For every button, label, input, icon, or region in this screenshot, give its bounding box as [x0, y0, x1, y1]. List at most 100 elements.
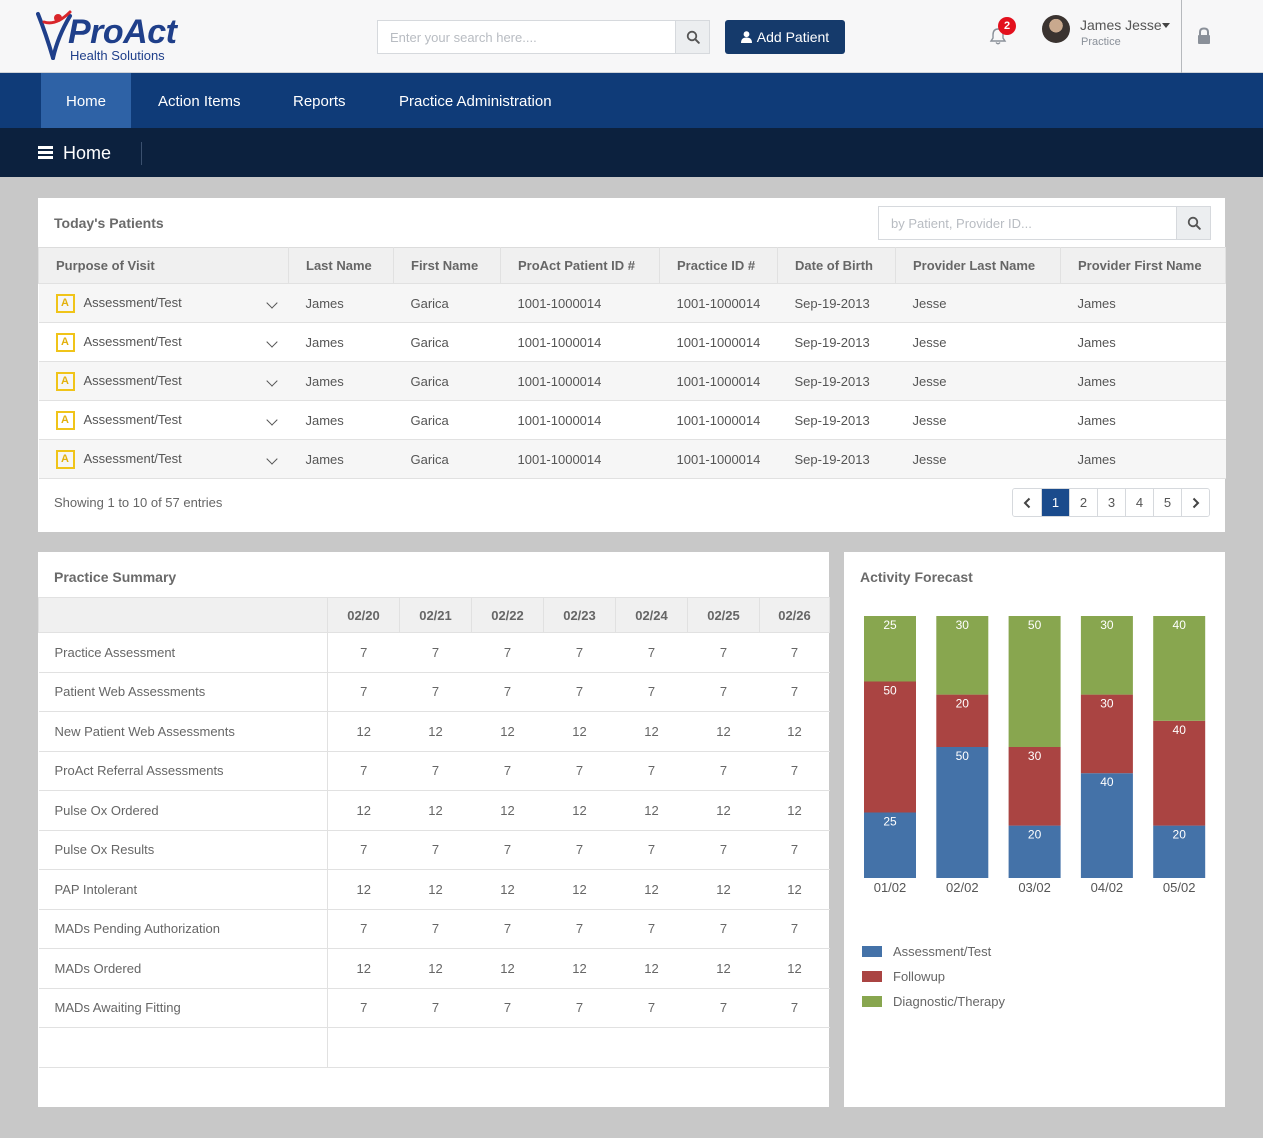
page-button[interactable]: 4	[1125, 489, 1153, 516]
proact-patient-id: 1001-1000014	[500, 361, 660, 401]
nav-item-practice-administration[interactable]: Practice Administration	[374, 73, 577, 128]
todays-patients-title: Today's Patients	[54, 215, 164, 231]
page-button[interactable]: 3	[1097, 489, 1125, 516]
bar-segment[interactable]	[1008, 616, 1061, 747]
legend-swatch	[862, 946, 882, 957]
activity-forecast-title: Activity Forecast	[860, 569, 973, 585]
visit-purpose: Assessment/Test	[83, 372, 182, 388]
user-name[interactable]: James Jesse	[1080, 17, 1162, 33]
lock-icon[interactable]	[1196, 27, 1212, 45]
pagination: 1 2 3 4 5	[1012, 488, 1210, 517]
table-row: Practice Assessment 7 7 7 7 7 7 7	[38, 632, 830, 673]
add-patient-button[interactable]: Add Patient	[725, 20, 845, 54]
table-row[interactable]: A Assessment/Test James Garica 1001-1000014 1…	[38, 322, 1226, 362]
date-of-birth: Sep-19-2013	[777, 283, 896, 323]
summary-cell: 7	[687, 830, 760, 870]
prev-page-button[interactable]	[1013, 489, 1041, 516]
visit-type-badge: A	[55, 332, 75, 352]
patient-search-button[interactable]	[1176, 207, 1210, 239]
nav-item-action-items[interactable]: Action Items	[133, 73, 266, 128]
chevron-down-icon[interactable]	[265, 336, 278, 348]
column-header[interactable]: Last Name	[288, 247, 394, 284]
summary-cell: 7	[759, 988, 830, 1028]
table-row: MADs Pending Authorization 7 7 7 7 7 7 7	[38, 909, 830, 949]
patients-table-header: Purpose of Visit Last Name First Name Pr…	[38, 247, 1226, 284]
summary-cell: 12	[327, 790, 400, 831]
notification-badge: 2	[998, 17, 1016, 35]
summary-cell: 12	[759, 711, 830, 752]
data-label: 40	[1173, 618, 1187, 632]
brand-logo[interactable]: ProAct Health Solutions	[36, 8, 196, 66]
bar-segment[interactable]	[936, 747, 989, 878]
summary-cell: 12	[687, 869, 760, 910]
provider-last-name: Jesse	[895, 400, 1061, 440]
data-label: 50	[883, 684, 897, 698]
column-header[interactable]: Purpose of Visit	[38, 247, 289, 284]
column-header[interactable]: Practice ID #	[659, 247, 778, 284]
column-header: 02/23	[543, 597, 616, 633]
summary-row-label: Patient Web Assessments	[38, 672, 328, 712]
summary-row-label: Pulse Ox Ordered	[38, 790, 328, 831]
legend-label: Diagnostic/Therapy	[893, 994, 1005, 1009]
summary-row-label: PAP Intolerant	[38, 869, 328, 910]
patient-search-input[interactable]	[879, 207, 1177, 239]
nav-item-home[interactable]: Home	[41, 73, 132, 128]
table-row[interactable]: A Assessment/Test James Garica 1001-1000014 1…	[38, 361, 1226, 401]
chevron-down-icon[interactable]	[265, 414, 278, 426]
table-row[interactable]: A Assessment/Test James Garica 1001-1000014 1…	[38, 400, 1226, 440]
provider-first-name: James	[1060, 322, 1226, 362]
column-header[interactable]: First Name	[393, 247, 501, 284]
summary-row-label: Practice Assessment	[38, 632, 328, 673]
proact-patient-id: 1001-1000014	[500, 400, 660, 440]
last-name: James	[288, 400, 394, 440]
summary-row-label: ProAct Referral Assessments	[38, 751, 328, 791]
search-icon	[686, 30, 700, 44]
column-header: 02/22	[471, 597, 544, 633]
next-page-button[interactable]	[1181, 489, 1209, 516]
avatar[interactable]	[1042, 15, 1070, 43]
table-row[interactable]: A Assessment/Test James Garica 1001-1000014 1…	[38, 283, 1226, 323]
summary-cell: 7	[615, 909, 688, 949]
page-button[interactable]: 2	[1069, 489, 1097, 516]
column-header[interactable]: ProAct Patient ID #	[500, 247, 660, 284]
summary-cell: 7	[471, 988, 544, 1028]
first-name: Garica	[393, 283, 501, 323]
hamburger-menu-icon[interactable]	[38, 146, 53, 159]
chevron-down-icon[interactable]	[265, 453, 278, 465]
summary-cell: 7	[471, 632, 544, 673]
summary-cell: 7	[399, 632, 472, 673]
column-header[interactable]: Provider First Name	[1060, 247, 1226, 284]
visit-purpose: Assessment/Test	[83, 450, 182, 466]
column-header[interactable]: Provider Last Name	[895, 247, 1061, 284]
summary-cell	[543, 1027, 616, 1068]
summary-cell	[327, 1027, 400, 1068]
provider-last-name: Jesse	[895, 322, 1061, 362]
provider-first-name: James	[1060, 400, 1226, 440]
summary-cell: 7	[615, 672, 688, 712]
column-header: 02/21	[399, 597, 472, 633]
bar-segment[interactable]	[864, 681, 916, 813]
page-button[interactable]: 5	[1153, 489, 1181, 516]
brand-subtitle: Health Solutions	[70, 48, 165, 63]
summary-cell: 12	[687, 790, 760, 831]
table-row: ProAct Referral Assessments 7 7 7 7 7 7 7	[38, 751, 830, 791]
page-button[interactable]: 1	[1041, 489, 1069, 516]
summary-cell: 7	[399, 830, 472, 870]
chevron-down-icon[interactable]	[265, 297, 278, 309]
column-header[interactable]: Date of Birth	[777, 247, 896, 284]
chevron-down-icon[interactable]	[265, 375, 278, 387]
x-tick-label: 05/02	[1163, 880, 1196, 895]
global-search-button[interactable]	[675, 21, 709, 53]
summary-cell: 7	[399, 909, 472, 949]
caret-down-icon[interactable]	[1162, 23, 1170, 28]
provider-last-name: Jesse	[895, 439, 1061, 479]
table-row[interactable]: A Assessment/Test James Garica 1001-1000014 1…	[38, 439, 1226, 479]
summary-cell: 7	[471, 751, 544, 791]
summary-cell: 7	[759, 632, 830, 673]
summary-cell: 12	[327, 869, 400, 910]
summary-cell: 7	[399, 672, 472, 712]
summary-cell: 7	[615, 632, 688, 673]
nav-item-reports[interactable]: Reports	[268, 73, 371, 128]
global-search-input[interactable]	[378, 21, 676, 53]
summary-cell: 7	[543, 830, 616, 870]
